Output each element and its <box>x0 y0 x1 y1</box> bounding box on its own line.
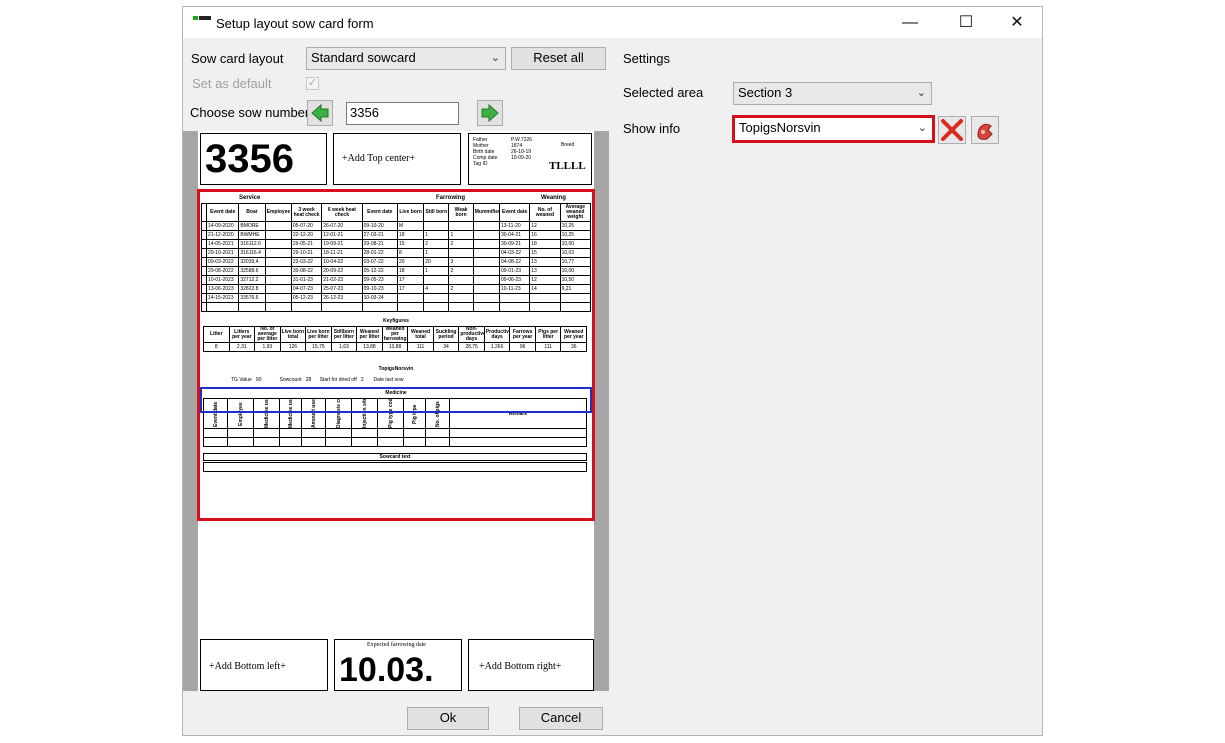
previous-sow-button[interactable] <box>307 100 333 126</box>
ok-button[interactable]: Ok <box>407 707 489 730</box>
bottom-right-placeholder: +Add Bottom right+ <box>479 661 562 672</box>
show-info-label: Show info <box>623 121 681 136</box>
top-right-box[interactable]: Father Mother Birth date Comp date Tag I… <box>468 133 592 185</box>
sow-card-preview: 3356 +Add Top center+ Father Mother Birt… <box>183 131 609 691</box>
show-info-value: TopigsNorsvin <box>739 120 821 135</box>
set-as-default-label: Set as default <box>192 76 272 91</box>
delete-info-button[interactable] <box>938 116 966 144</box>
info-labels: Father Mother Birth date Comp date Tag I… <box>473 137 497 167</box>
selected-area-select[interactable]: Section 3 ⌄ <box>733 82 932 105</box>
bottom-center-box[interactable]: Expected farrowing date 10.03. <box>334 639 462 691</box>
dialog-window: Setup layout sow card form — ☐ ✕ Sow car… <box>182 6 1043 736</box>
minimize-button[interactable]: — <box>887 7 933 38</box>
sow-number-display: 3356 <box>205 137 294 181</box>
bottom-left-box[interactable]: +Add Bottom left+ <box>200 639 328 691</box>
selected-area-label: Selected area <box>623 85 704 100</box>
maximize-button[interactable]: ☐ <box>943 7 989 38</box>
red-x-icon <box>941 119 963 141</box>
cancel-button[interactable]: Cancel <box>519 707 603 730</box>
arrow-left-icon <box>311 103 329 123</box>
window-title: Setup layout sow card form <box>216 16 374 31</box>
info-values: P.W.7226 1874 26-10-19 10-09-20 <box>511 137 532 161</box>
choose-sow-number-label: Choose sow number <box>190 105 310 120</box>
app-icon <box>193 16 211 21</box>
chevron-down-icon: ⌄ <box>917 122 927 134</box>
info-value: 10-09-20 <box>511 155 532 161</box>
sow-number-input[interactable]: 3356 <box>346 102 459 125</box>
check-icon: ✓ <box>307 77 318 89</box>
expected-farrowing-label: Expected farrowing date <box>367 642 426 648</box>
bottom-left-placeholder: +Add Bottom left+ <box>209 661 286 672</box>
info-label: Tag ID <box>473 161 488 167</box>
sow-card-layout-label: Sow card layout <box>191 51 284 66</box>
chevron-down-icon: ⌄ <box>916 87 926 99</box>
arrow-right-icon <box>481 103 499 123</box>
title-bar: Setup layout sow card form — ☐ ✕ <box>183 7 1042 38</box>
hover-section-outline <box>200 387 592 413</box>
info-settings-button[interactable] <box>971 116 999 144</box>
reset-all-button[interactable]: Reset all <box>511 47 606 70</box>
selected-area-value: Section 3 <box>738 85 793 100</box>
top-left-box[interactable]: 3356 <box>200 133 327 185</box>
set-as-default-checkbox[interactable]: ✓ <box>306 77 319 90</box>
breed-value: TLLLL <box>549 160 586 172</box>
color-swatch-icon <box>977 123 993 140</box>
selected-section-outline <box>197 189 595 521</box>
chevron-down-icon: ⌄ <box>490 52 500 64</box>
next-sow-button[interactable] <box>477 100 503 126</box>
show-info-select[interactable]: TopigsNorsvin ⌄ <box>732 115 935 143</box>
sow-card-layout-value: Standard sowcard <box>311 50 416 65</box>
close-button[interactable]: ✕ <box>994 7 1040 38</box>
bottom-right-box[interactable]: +Add Bottom right+ <box>468 639 594 691</box>
top-center-placeholder: +Add Top center+ <box>342 153 416 164</box>
expected-farrowing-value: 10.03. <box>339 651 434 689</box>
top-center-box[interactable]: +Add Top center+ <box>333 133 461 185</box>
settings-heading: Settings <box>623 51 670 66</box>
breed-label: Breed <box>561 142 575 148</box>
sow-card-layout-select[interactable]: Standard sowcard ⌄ <box>306 47 506 70</box>
